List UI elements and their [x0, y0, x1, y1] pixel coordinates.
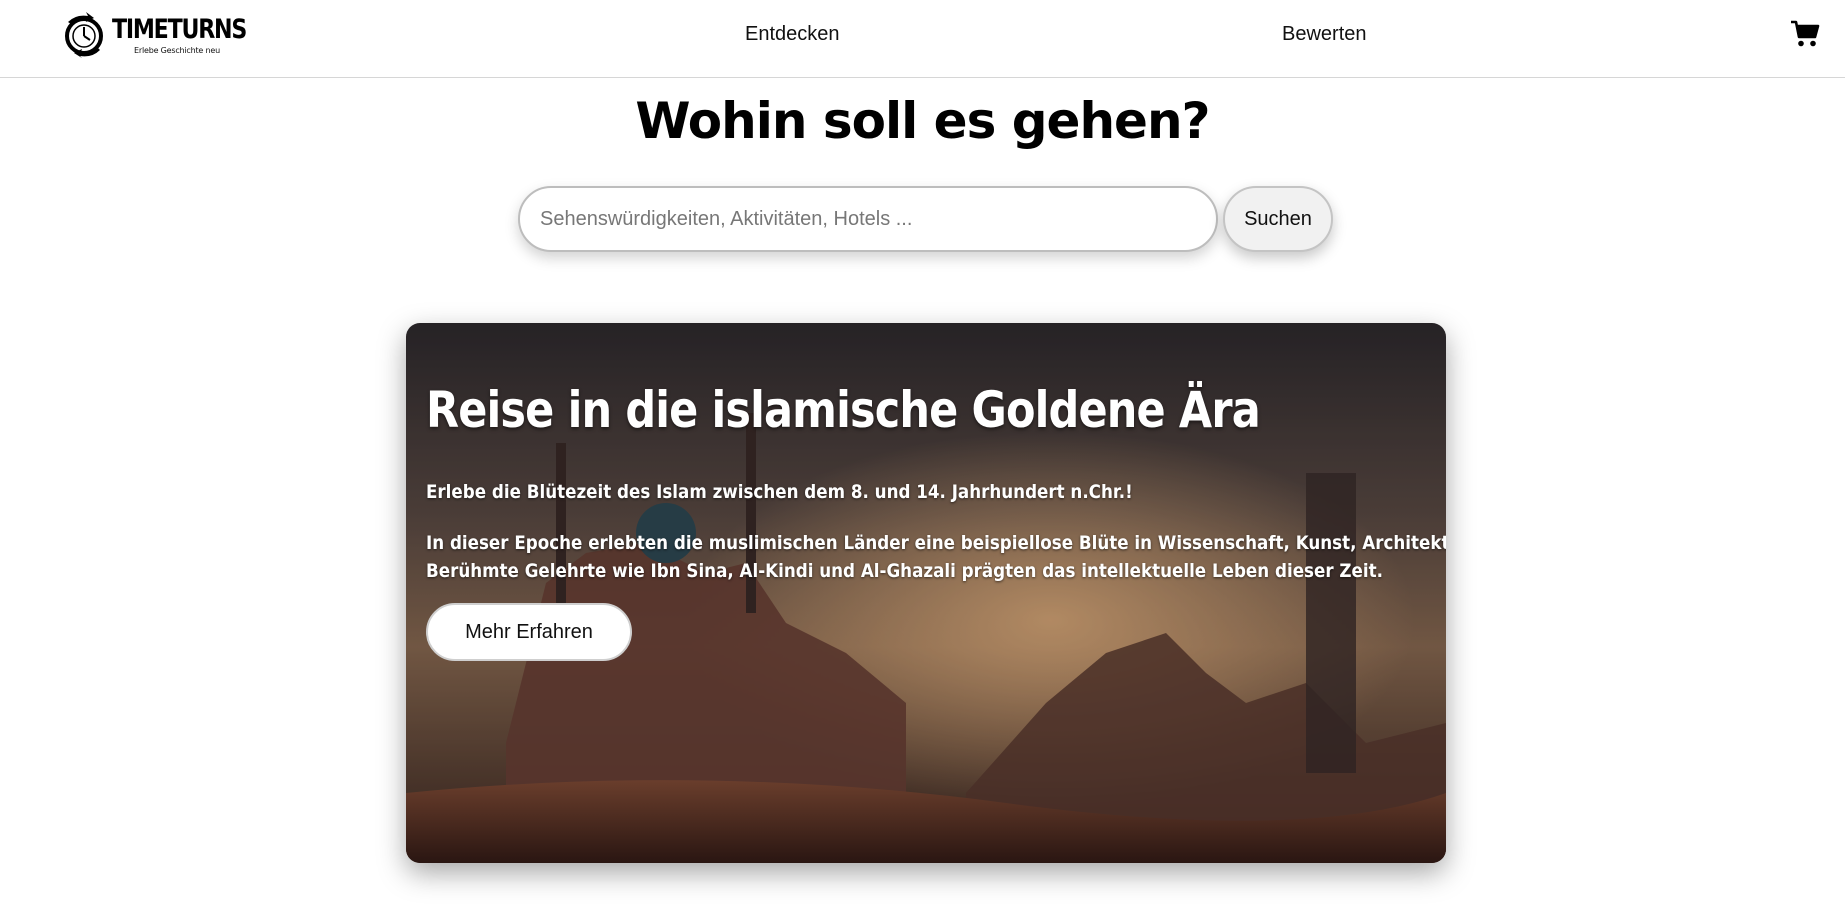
search-button[interactable]: Suchen — [1223, 186, 1333, 252]
logo-name: TIMETURNS — [112, 14, 247, 45]
card-description: In dieser Epoche erlebten die muslimisch… — [426, 529, 1446, 585]
nav-link-entdecken[interactable]: Entdecken — [745, 23, 840, 46]
search-input[interactable] — [518, 186, 1218, 252]
logo-tagline: Erlebe Geschichte neu — [134, 46, 220, 55]
more-info-button[interactable]: Mehr Erfahren — [426, 603, 632, 661]
page-title: Wohin soll es gehen? — [635, 92, 1210, 150]
clock-logo-icon — [65, 12, 103, 58]
card-title: Reise in die islamische Goldene Ära — [426, 381, 1261, 439]
site-header: TIMETURNS Erlebe Geschichte neu Entdecke… — [0, 0, 1845, 78]
card-description-line-2: Berühmte Gelehrte wie Ibn Sina, Al-Kindi… — [426, 560, 1383, 582]
card-subtitle: Erlebe die Blütezeit des Islam zwischen … — [426, 481, 1133, 503]
logo[interactable]: TIMETURNS Erlebe Geschichte neu — [62, 12, 247, 60]
nav-link-bewerten[interactable]: Bewerten — [1282, 23, 1367, 46]
shopping-cart-icon[interactable] — [1790, 20, 1820, 48]
feature-card: Reise in die islamische Goldene Ära Erle… — [406, 323, 1446, 863]
card-description-line-1: In dieser Epoche erlebten die muslimisch… — [426, 532, 1446, 554]
